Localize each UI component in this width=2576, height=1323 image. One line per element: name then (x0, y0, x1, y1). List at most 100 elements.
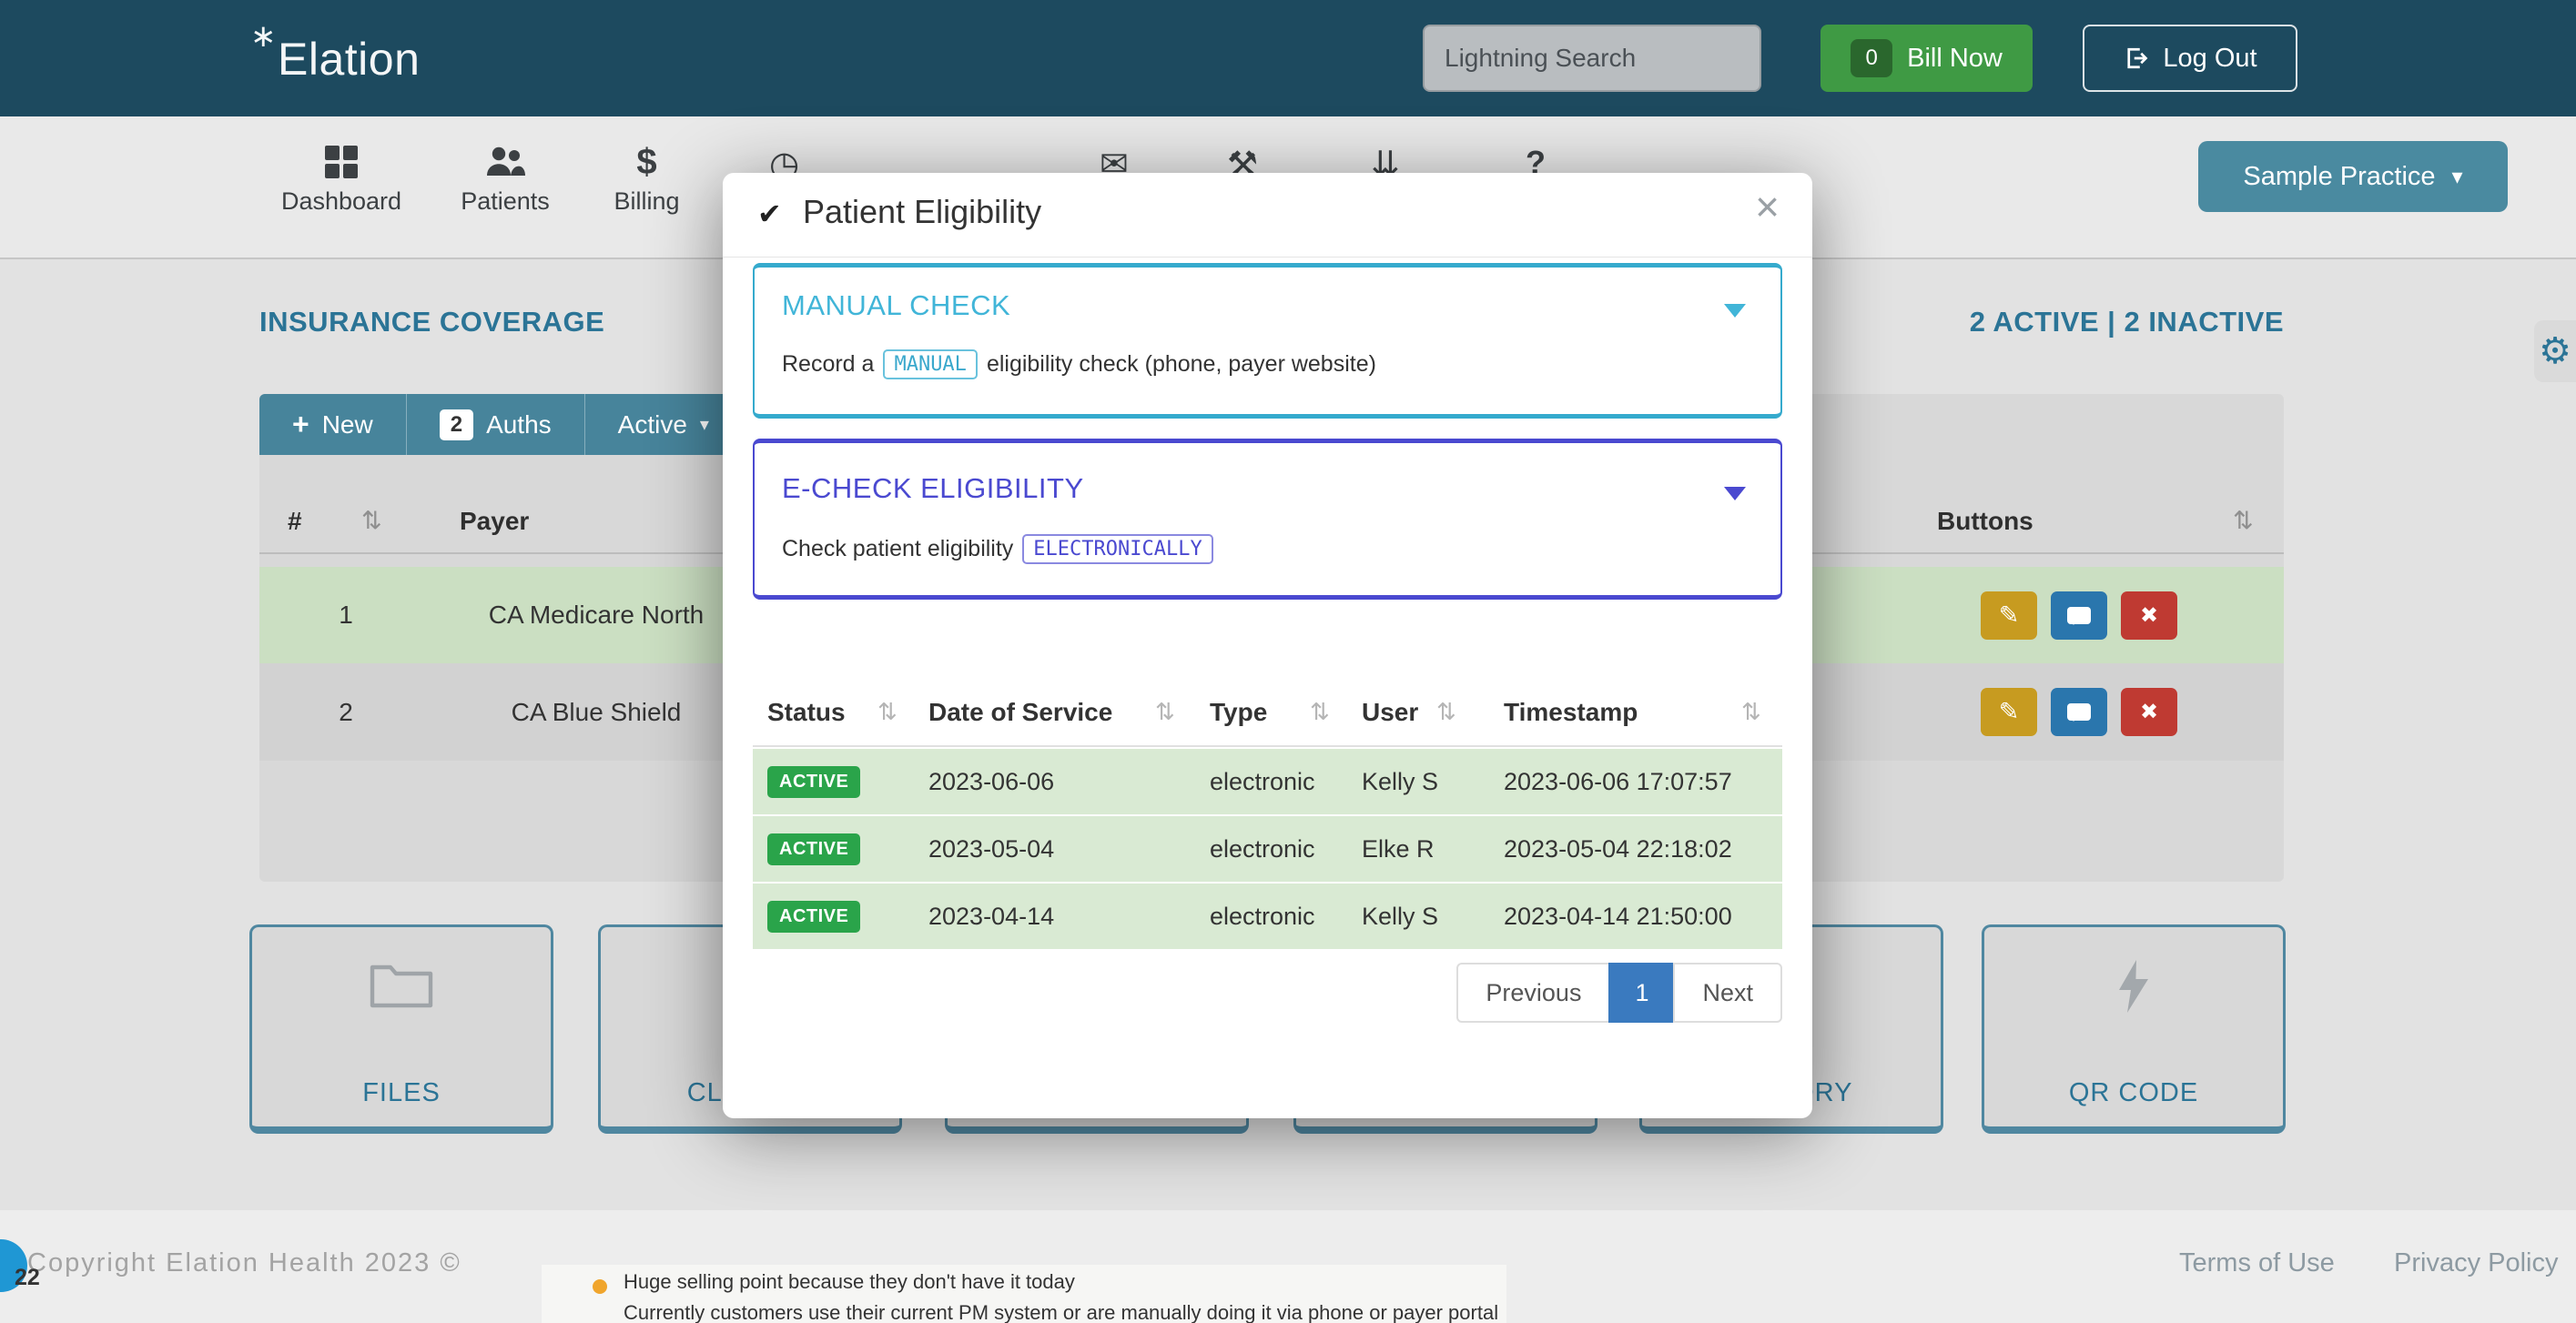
qr-code-card[interactable]: QR CODE (1982, 924, 2286, 1134)
column-header-type[interactable]: Type (1210, 698, 1267, 727)
pagination: Previous 1 Next (1456, 963, 1782, 1023)
delete-button[interactable]: ✖ (2121, 688, 2177, 736)
nav-label-billing: Billing (590, 187, 704, 216)
column-header-user[interactable]: User (1362, 698, 1418, 727)
manual-check-panel[interactable]: MANUAL CHECK Record a MANUAL eligibility… (753, 263, 1782, 419)
pagination-page-1[interactable]: 1 (1608, 963, 1675, 1023)
delete-x-icon: ✖ (2140, 699, 2158, 725)
e-check-heading: E-CHECK ELIGIBILITY (782, 472, 1084, 505)
manual-badge: MANUAL (883, 349, 977, 379)
dashboard-grid-icon (269, 140, 414, 184)
modal-header: ✔ Patient Eligibility × (723, 173, 1812, 258)
terms-of-use-link[interactable]: Terms of Use (2179, 1248, 2335, 1278)
lightning-bolt-icon (1984, 958, 2283, 1015)
column-header-number[interactable]: # (288, 507, 302, 536)
sort-icon[interactable]: ⇅ (1310, 698, 1330, 726)
chevron-down-icon[interactable] (1724, 487, 1746, 500)
sort-icon[interactable]: ⇅ (877, 698, 898, 726)
top-navigation-bar: ∗ Elation 0 Bill Now Log Out (0, 0, 2576, 116)
chevron-down-icon[interactable] (1724, 304, 1746, 318)
bill-now-button[interactable]: 0 Bill Now (1820, 25, 2033, 92)
sort-icon[interactable]: ⇅ (2233, 507, 2254, 535)
files-card[interactable]: FILES (249, 924, 553, 1134)
sort-icon[interactable]: ⇅ (1741, 698, 1761, 726)
electronically-badge: ELECTRONICALLY (1022, 534, 1212, 564)
status-badge: ACTIVE (767, 766, 860, 798)
column-header-timestamp[interactable]: Timestamp (1504, 698, 1638, 727)
status-cell: ACTIVE (767, 884, 860, 949)
eligibility-table-row[interactable]: ACTIVE 2023-05-04 electronic Elke R 2023… (753, 816, 1782, 882)
speech-bubble-icon (2067, 703, 2091, 721)
elation-logo[interactable]: ∗ Elation (278, 33, 420, 86)
type-cell: electronic (1210, 884, 1315, 949)
pagination-previous[interactable]: Previous (1456, 963, 1610, 1023)
new-button[interactable]: + New (259, 394, 407, 455)
modal-close-button[interactable]: × (1755, 186, 1780, 227)
timestamp-cell: 2023-04-14 21:50:00 (1504, 884, 1732, 949)
logo-sparkle-icon: ∗ (250, 18, 277, 55)
folder-icon (252, 958, 551, 1011)
e-check-desc-prefix: Check patient eligibility (782, 536, 1013, 562)
column-header-buttons[interactable]: Buttons (1937, 507, 2033, 536)
patients-icon (437, 140, 573, 184)
comment-button[interactable] (2051, 591, 2107, 640)
nav-item-dashboard[interactable]: Dashboard (269, 140, 414, 216)
auths-button[interactable]: 2 Auths (407, 394, 585, 455)
delete-button[interactable]: ✖ (2121, 591, 2177, 640)
modal-title: Patient Eligibility (803, 193, 1041, 231)
eligibility-table-header: Status ⇅ Date of Service ⇅ Type ⇅ User ⇅… (753, 687, 1782, 747)
sort-icon[interactable]: ⇅ (1155, 698, 1175, 726)
user-cell: Kelly S (1362, 749, 1438, 814)
note-line-2: Currently customers use their current PM… (624, 1301, 1498, 1323)
annotation-note: Huge selling point because they don't ha… (542, 1265, 1506, 1323)
comment-button[interactable] (2051, 688, 2107, 736)
lightning-search-input[interactable] (1423, 25, 1761, 92)
active-filter-label: Active (618, 410, 687, 439)
privacy-policy-link[interactable]: Privacy Policy (2394, 1248, 2559, 1278)
note-line-1: Huge selling point because they don't ha… (624, 1270, 1075, 1294)
settings-gear-tab[interactable]: ⚙ (2534, 320, 2576, 382)
e-check-eligibility-panel[interactable]: E-CHECK ELIGIBILITY Check patient eligib… (753, 439, 1782, 600)
date-of-service-cell: 2023-04-14 (928, 884, 1054, 949)
delete-x-icon: ✖ (2140, 602, 2158, 629)
elation-app-page: ∗ Elation 0 Bill Now Log Out Dashboard P… (0, 0, 2576, 1323)
practice-selector-label: Sample Practice (2243, 162, 2435, 192)
insurance-section-title: INSURANCE COVERAGE (259, 306, 604, 338)
bill-now-label: Bill Now (1907, 44, 2003, 74)
pagination-next[interactable]: Next (1673, 963, 1782, 1023)
manual-check-description: Record a MANUAL eligibility check (phone… (782, 349, 1376, 379)
timestamp-cell: 2023-05-04 22:18:02 (1504, 816, 1732, 882)
practice-selector-button[interactable]: Sample Practice ▾ (2198, 141, 2508, 212)
timestamp-cell: 2023-06-06 17:07:57 (1504, 749, 1732, 814)
nav-item-billing[interactable]: $ Billing (590, 140, 704, 216)
column-header-payer[interactable]: Payer (460, 507, 529, 536)
logo-text: Elation (278, 34, 420, 85)
annotation-count: 22 (15, 1265, 40, 1291)
eligibility-table-row[interactable]: ACTIVE 2023-04-14 electronic Kelly S 202… (753, 884, 1782, 949)
log-out-button[interactable]: Log Out (2083, 25, 2297, 92)
eligibility-table-row[interactable]: ACTIVE 2023-06-06 electronic Kelly S 202… (753, 749, 1782, 814)
edit-button[interactable]: ✎ (1981, 591, 2037, 640)
sort-icon[interactable]: ⇅ (361, 507, 382, 535)
column-header-date-of-service[interactable]: Date of Service (928, 698, 1112, 727)
nav-item-patients[interactable]: Patients (437, 140, 573, 216)
edit-button[interactable]: ✎ (1981, 688, 2037, 736)
bill-now-count-badge: 0 (1851, 39, 1892, 77)
auths-count-badge: 2 (440, 409, 473, 440)
logout-icon (2123, 45, 2150, 72)
pencil-icon: ✎ (1999, 601, 2020, 630)
caret-down-icon: ▾ (700, 413, 709, 436)
new-button-label: New (322, 410, 373, 439)
column-header-status[interactable]: Status (767, 698, 846, 727)
user-cell: Elke R (1362, 816, 1435, 882)
dollar-icon: $ (590, 140, 704, 184)
card-label: QR CODE (1984, 1078, 2283, 1108)
manual-desc-suffix: eligibility check (phone, payer website) (987, 351, 1376, 378)
sort-icon[interactable]: ⇅ (1436, 698, 1456, 726)
type-cell: electronic (1210, 749, 1315, 814)
plus-icon: + (292, 408, 309, 441)
date-of-service-cell: 2023-06-06 (928, 749, 1054, 814)
type-cell: electronic (1210, 816, 1315, 882)
status-cell: ACTIVE (767, 749, 860, 814)
active-filter-button[interactable]: Active ▾ (585, 394, 742, 455)
